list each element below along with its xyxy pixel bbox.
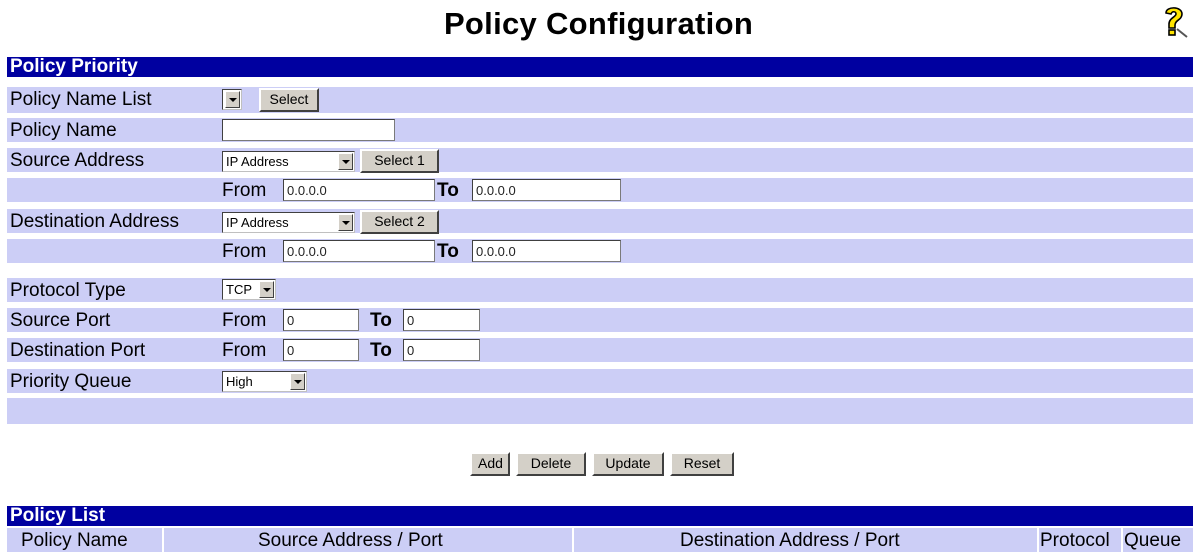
policy-list-column-header: Policy Name Source Address / Port Destin… xyxy=(7,528,1193,552)
source-address-type-select[interactable]: IP Address xyxy=(222,151,355,172)
column-divider xyxy=(1121,528,1123,552)
column-header-source-address-port: Source Address / Port xyxy=(258,530,443,551)
chevron-down-icon xyxy=(338,214,353,231)
chevron-down-icon xyxy=(338,153,353,170)
chevron-down-icon xyxy=(259,281,274,298)
column-header-queue: Queue xyxy=(1124,530,1182,551)
source-address-row: Source Address IP Address Select 1 xyxy=(7,146,1193,173)
column-divider xyxy=(1037,528,1039,552)
policy-name-list-row: Policy Name List Select xyxy=(7,87,1193,113)
destination-port-from-label: From xyxy=(222,340,267,361)
column-header-destination-address-port: Destination Address / Port xyxy=(680,530,900,551)
destination-address-range-row: From To xyxy=(7,237,1193,263)
destination-port-to-label: To xyxy=(370,340,392,361)
help-question-icon[interactable] xyxy=(1158,3,1190,39)
chevron-down-icon xyxy=(225,91,240,108)
empty-row xyxy=(7,396,1193,424)
source-from-label: From xyxy=(222,180,267,201)
source-address-range-row: From To xyxy=(7,176,1193,202)
policy-priority-header: Policy Priority xyxy=(7,57,1193,77)
source-to-label: To xyxy=(437,180,459,201)
source-port-row: Source Port From To xyxy=(7,306,1193,332)
reset-button[interactable]: Reset xyxy=(670,452,734,476)
policy-name-row: Policy Name xyxy=(7,116,1193,142)
column-divider xyxy=(572,528,574,552)
source-port-to-label: To xyxy=(370,310,392,331)
select-policy-button[interactable]: Select xyxy=(259,88,319,112)
column-header-protocol: Protocol xyxy=(1040,530,1110,551)
protocol-type-row: Protocol Type TCP xyxy=(7,276,1193,302)
priority-queue-select[interactable]: High xyxy=(222,371,307,392)
destination-from-label: From xyxy=(222,241,267,262)
source-port-label: Source Port xyxy=(10,310,111,331)
destination-port-to-input[interactable] xyxy=(403,339,480,361)
policy-name-list-label: Policy Name List xyxy=(10,89,152,110)
source-from-input[interactable] xyxy=(283,179,435,201)
policy-list-header: Policy List xyxy=(7,506,1193,526)
policy-name-input[interactable] xyxy=(222,119,395,141)
chevron-down-icon xyxy=(290,373,305,390)
page-title: Policy Configuration xyxy=(443,6,754,41)
update-button[interactable]: Update xyxy=(592,452,664,476)
destination-address-type-select[interactable]: IP Address xyxy=(222,212,355,233)
destination-port-from-input[interactable] xyxy=(283,339,359,361)
column-divider xyxy=(162,528,164,552)
priority-queue-label: Priority Queue xyxy=(10,371,132,392)
source-address-label: Source Address xyxy=(10,150,145,171)
policy-name-label: Policy Name xyxy=(10,120,117,141)
destination-port-row: Destination Port From To xyxy=(7,336,1193,362)
destination-address-label: Destination Address xyxy=(10,211,179,232)
destination-port-label: Destination Port xyxy=(10,340,146,361)
policy-name-list-select[interactable] xyxy=(222,89,242,110)
select-2-button[interactable]: Select 2 xyxy=(360,210,439,234)
select-1-button[interactable]: Select 1 xyxy=(360,149,439,173)
add-button[interactable]: Add xyxy=(470,452,510,476)
source-to-input[interactable] xyxy=(472,179,621,201)
source-port-from-input[interactable] xyxy=(283,309,359,331)
destination-to-label: To xyxy=(437,241,459,262)
delete-button[interactable]: Delete xyxy=(516,452,586,476)
protocol-type-label: Protocol Type xyxy=(10,280,126,301)
source-port-to-input[interactable] xyxy=(403,309,480,331)
column-header-policy-name: Policy Name xyxy=(21,530,128,551)
protocol-type-select[interactable]: TCP xyxy=(222,279,276,300)
source-port-from-label: From xyxy=(222,310,267,331)
destination-from-input[interactable] xyxy=(283,240,435,262)
destination-address-row: Destination Address IP Address Select 2 xyxy=(7,207,1193,234)
destination-to-input[interactable] xyxy=(472,240,621,262)
priority-queue-row: Priority Queue High xyxy=(7,367,1193,393)
